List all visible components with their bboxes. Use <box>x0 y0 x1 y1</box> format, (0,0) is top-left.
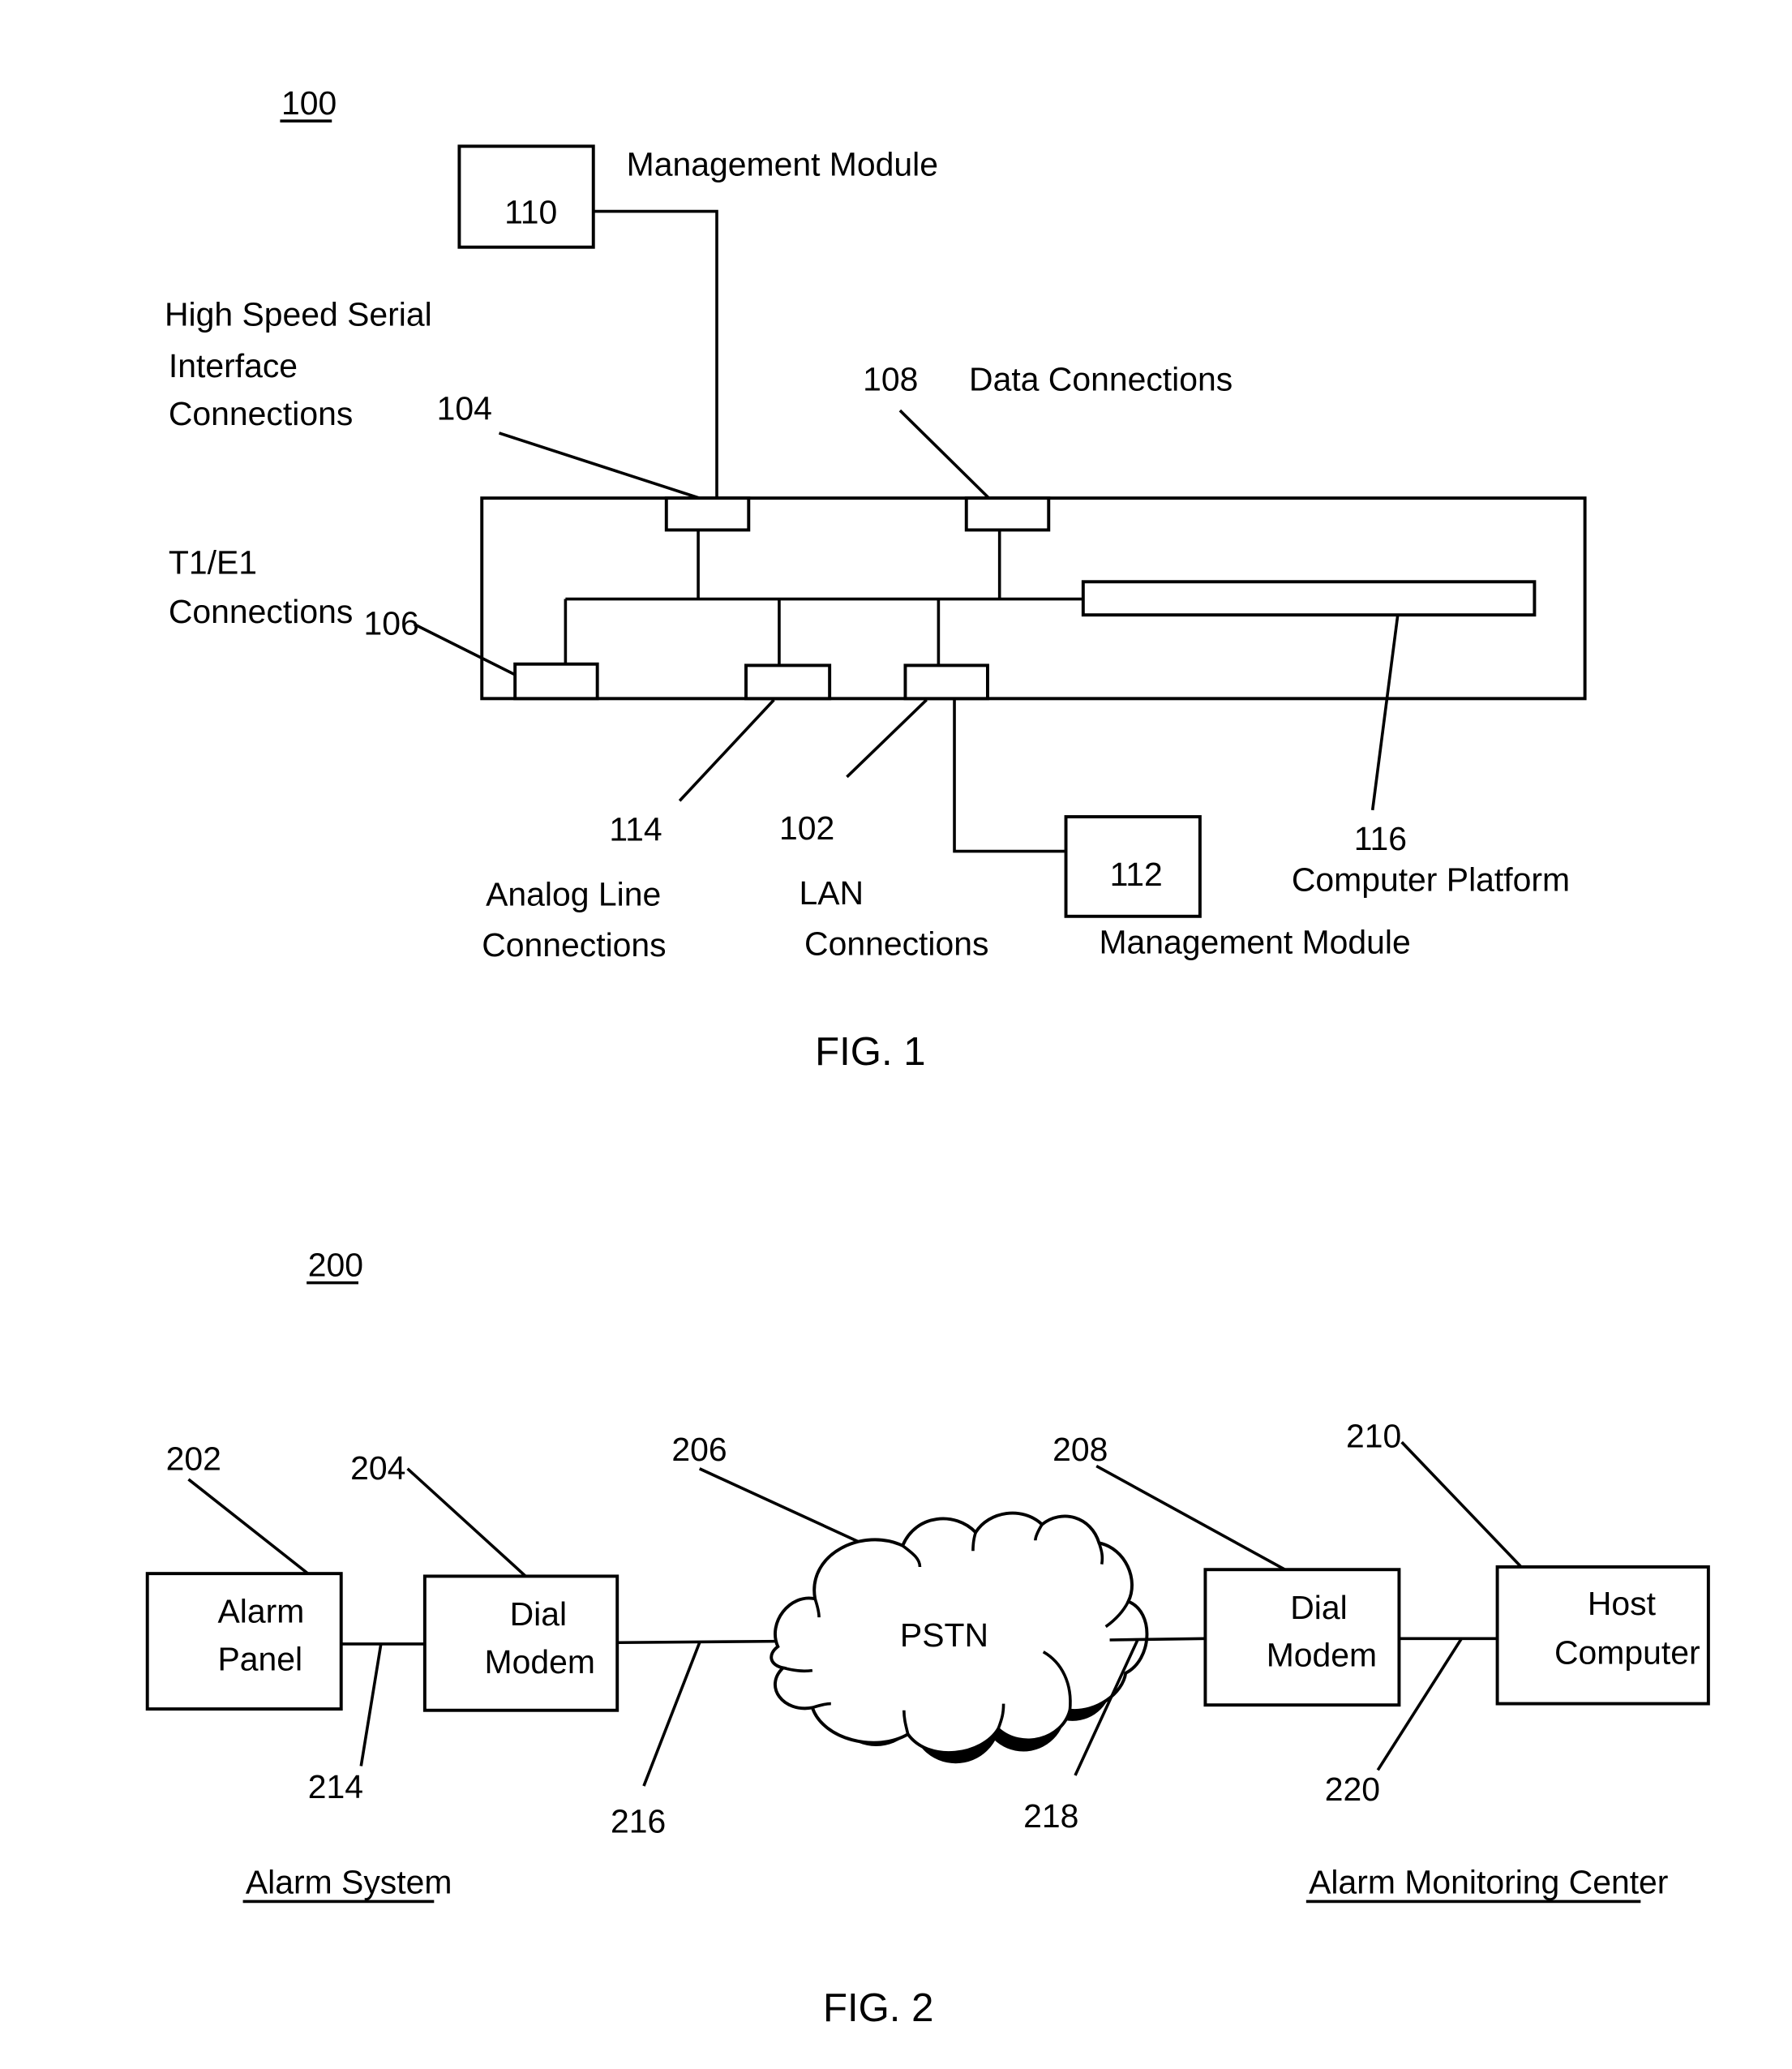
computer-platform-number: 116 <box>1354 820 1407 857</box>
link-214-number: 214 <box>308 1768 363 1805</box>
analog-label-line-2: Connections <box>482 926 666 964</box>
pstn-number: 206 <box>671 1431 727 1468</box>
lan-label-line-1: LAN <box>799 874 864 912</box>
dial-modem-right-leader-line <box>1095 1464 1286 1571</box>
t1e1-label-line-2: Connections <box>169 593 353 630</box>
management-module-110-number: 110 <box>504 193 557 230</box>
alarm-panel-label-line-1: Alarm <box>217 1593 304 1630</box>
fig1-reference-number: 100 <box>281 84 337 122</box>
fig1-caption: FIG. 1 <box>815 1030 925 1074</box>
management-module-112-number: 112 <box>1110 856 1163 893</box>
hssi-number: 104 <box>437 390 492 427</box>
fig2-reference-number: 200 <box>308 1246 363 1283</box>
alarm-panel-label-line-2: Panel <box>217 1641 302 1678</box>
data-connections-number: 108 <box>863 361 918 398</box>
management-module-112-label: Management Module <box>1099 924 1410 961</box>
pstn-cloud-icon: PSTN <box>770 1511 1149 1764</box>
link-218-number: 218 <box>1023 1797 1078 1835</box>
dial-modem-left-label-line-1: Dial <box>510 1595 567 1633</box>
dial-modem-left-number: 204 <box>350 1449 405 1487</box>
data-connections-leader-line <box>898 409 992 501</box>
analog-label-line-1: Analog Line <box>486 876 661 913</box>
alarm-system-group-label: Alarm System <box>246 1864 452 1901</box>
dial-modem-right-label-line-2: Modem <box>1267 1637 1377 1674</box>
link-216-number: 216 <box>611 1802 666 1839</box>
hssi-leader-line <box>498 431 705 501</box>
analog-leader-line <box>678 698 775 802</box>
data-port <box>964 496 1051 532</box>
lan-label-line-2: Connections <box>804 925 988 962</box>
dial-modem-left-label-line-2: Modem <box>485 1643 595 1681</box>
hssi-port <box>664 496 751 532</box>
pstn-label: PSTN <box>900 1616 988 1654</box>
alarm-panel-leader-line <box>187 1478 309 1575</box>
pstn-leader-line <box>698 1467 880 1552</box>
t1e1-number: 106 <box>364 605 419 642</box>
hssi-label-line-3: Connections <box>169 395 353 432</box>
link-218 <box>1109 1637 1206 1642</box>
link-216-leader-line <box>642 1642 701 1787</box>
alarm-monitoring-center-group-label: Alarm Monitoring Center <box>1309 1864 1668 1901</box>
management-module-110-connector <box>593 209 718 500</box>
alarm-panel-number: 202 <box>166 1440 221 1477</box>
figure-1: 100 110 Management Module High Speed Ser… <box>165 84 1587 1074</box>
management-module-112-connector <box>953 698 1065 853</box>
lan-port <box>903 663 989 701</box>
link-214-leader-line <box>359 1643 383 1766</box>
host-computer-number: 210 <box>1346 1418 1401 1455</box>
link-216 <box>617 1639 778 1645</box>
lan-leader-line <box>846 698 928 779</box>
host-computer-label-line-2: Computer <box>1554 1633 1700 1671</box>
link-220-number: 220 <box>1325 1771 1380 1808</box>
host-computer-label-line-1: Host <box>1588 1585 1657 1622</box>
host-computer-leader-line <box>1400 1440 1523 1569</box>
management-module-110-label: Management Module <box>627 145 938 182</box>
analog-number: 114 <box>609 810 662 848</box>
t1e1-label-line-1: T1/E1 <box>169 543 257 581</box>
dial-modem-left-leader-line <box>406 1467 527 1578</box>
t1e1-port <box>513 662 599 701</box>
lan-number: 102 <box>779 809 834 847</box>
patent-figures: 100 110 Management Module High Speed Ser… <box>145 84 1710 2030</box>
data-connections-label: Data Connections <box>969 361 1233 398</box>
computer-platform-bar <box>1081 580 1537 617</box>
hssi-label-line-2: Interface <box>169 347 298 384</box>
computer-platform-label: Computer Platform <box>1292 861 1570 899</box>
dial-modem-right-label-line-1: Dial <box>1290 1589 1347 1626</box>
figure-2: 200 202 Alarm Panel 214 204 Dial Modem 2… <box>145 1246 1710 2030</box>
fig2-caption: FIG. 2 <box>823 1986 933 2030</box>
analog-port <box>744 663 832 701</box>
dial-modem-right-number: 208 <box>1052 1431 1108 1468</box>
hssi-label-line-1: High Speed Serial <box>165 295 432 333</box>
